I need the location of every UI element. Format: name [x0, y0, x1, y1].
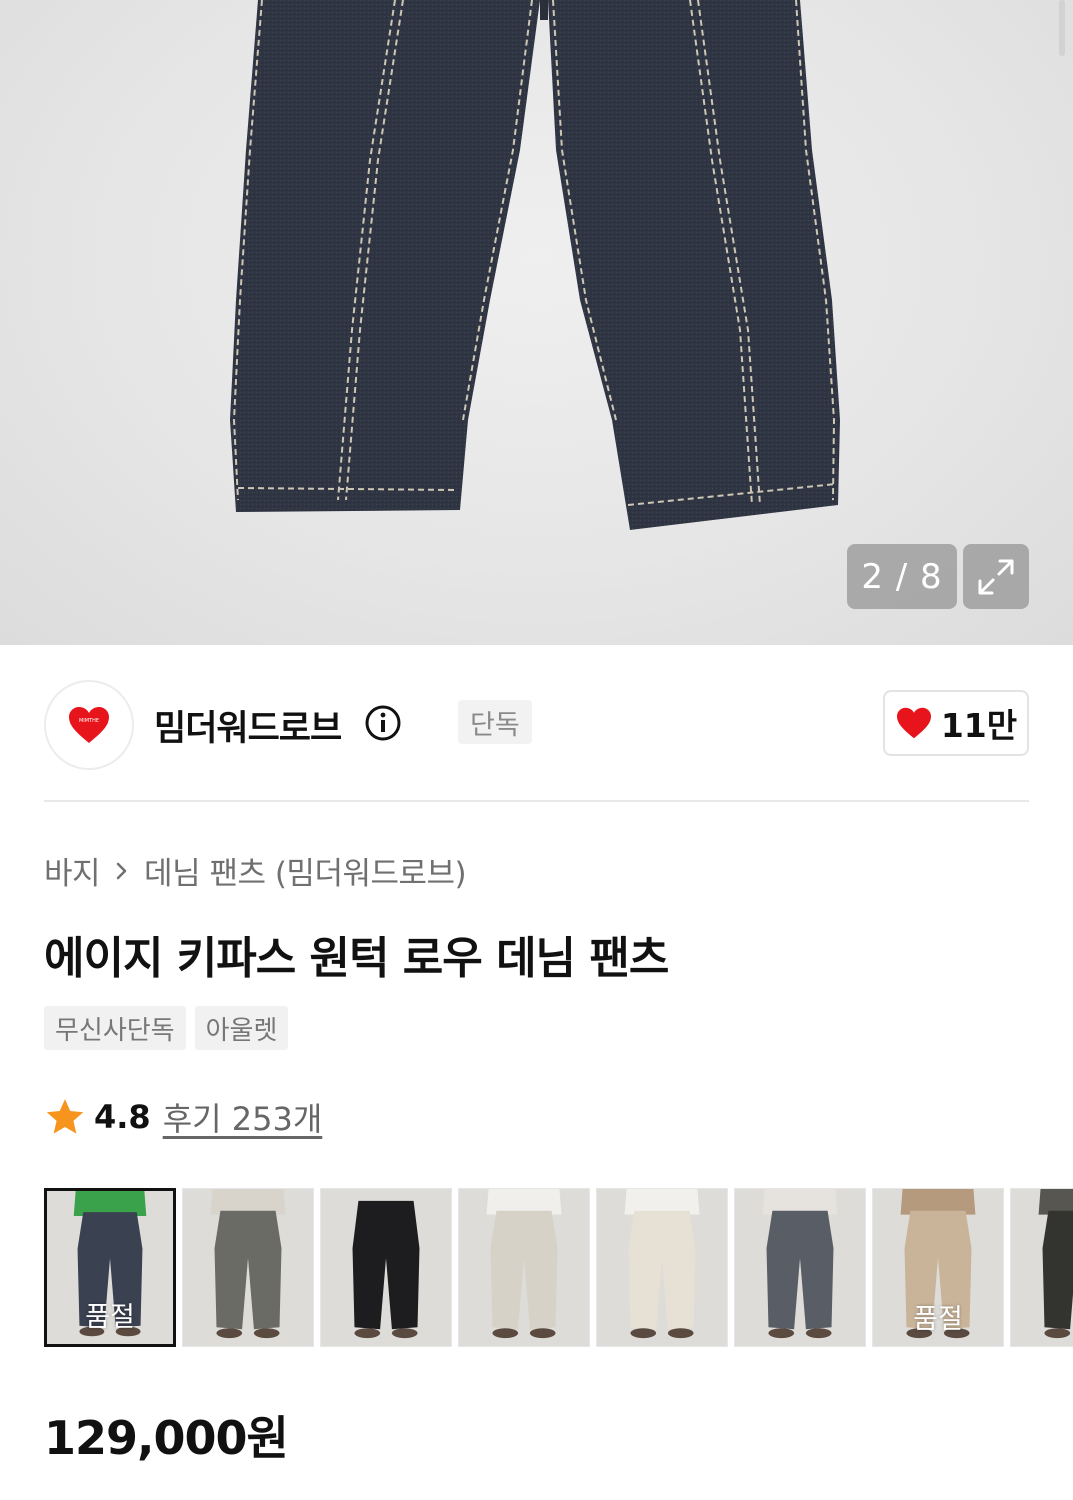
soldout-label: 품절	[913, 1304, 963, 1335]
scrollbar-thumb[interactable]	[1059, 0, 1065, 56]
product-image-gallery[interactable]: 2 / 8	[0, 0, 1073, 645]
color-option-thumbnail[interactable]	[458, 1188, 590, 1347]
brand-row: MIMTHE 밈더워드로브 단독 11만	[44, 680, 1029, 770]
brand-name[interactable]: 밈더워드로브	[154, 700, 342, 751]
image-counter: 2 / 8	[847, 544, 957, 609]
exclusive-badge: 단독	[458, 700, 532, 744]
color-option-thumbnail[interactable]: 품절	[872, 1188, 1004, 1347]
expand-arrows-icon	[978, 559, 1014, 594]
pants-thumbnail-image	[735, 1189, 865, 1346]
color-option-thumbnail[interactable]	[596, 1188, 728, 1347]
expand-button[interactable]	[963, 544, 1029, 609]
brand-heart-logo-icon: MIMTHE	[69, 707, 109, 743]
svg-text:MIMTHE: MIMTHE	[79, 718, 99, 724]
color-option-thumbnail[interactable]: 품	[1010, 1188, 1073, 1347]
reviews-link[interactable]: 후기 253개	[163, 1094, 323, 1140]
breadcrumb: 바지 데님 팬츠 (밈더워드로브)	[44, 848, 467, 893]
color-option-thumbnail[interactable]	[320, 1188, 452, 1347]
soldout-label: 품	[1011, 1297, 1073, 1336]
product-tags: 무신사단독 아울렛	[44, 1006, 289, 1050]
breadcrumb-subcategory[interactable]: 데님 팬츠 (밈더워드로브)	[144, 848, 467, 893]
rating-score: 4.8	[94, 1098, 151, 1136]
pants-thumbnail-image	[183, 1189, 313, 1346]
color-option-thumbnail[interactable]	[182, 1188, 314, 1347]
color-option-thumbnail[interactable]	[734, 1188, 866, 1347]
divider	[44, 800, 1029, 802]
info-icon[interactable]	[364, 704, 402, 742]
tag-musinsa-exclusive: 무신사단독	[44, 1006, 186, 1050]
color-option-thumbnail[interactable]: 품절	[44, 1188, 176, 1347]
pants-thumbnail-image	[597, 1189, 727, 1346]
pants-thumbnail-image	[459, 1189, 589, 1346]
breadcrumb-category[interactable]: 바지	[44, 848, 101, 893]
product-price: 129,000원	[44, 1411, 289, 1465]
color-options: 품절 품절 품	[44, 1188, 1073, 1348]
like-count: 11만	[940, 706, 1018, 745]
rating-row: 4.8 후기 253개	[44, 1094, 322, 1140]
pants-thumbnail-image	[321, 1189, 451, 1346]
chevron-right-icon	[116, 862, 127, 879]
heart-icon	[896, 707, 931, 739]
like-button[interactable]: 11만	[883, 690, 1029, 756]
brand-logo[interactable]: MIMTHE	[44, 680, 134, 770]
soldout-label: 품절	[85, 1302, 135, 1333]
star-icon	[46, 1099, 84, 1134]
product-title: 에이지 키파스 원턱 로우 데님 팬츠	[44, 933, 669, 984]
tag-outlet: 아울렛	[194, 1006, 289, 1050]
